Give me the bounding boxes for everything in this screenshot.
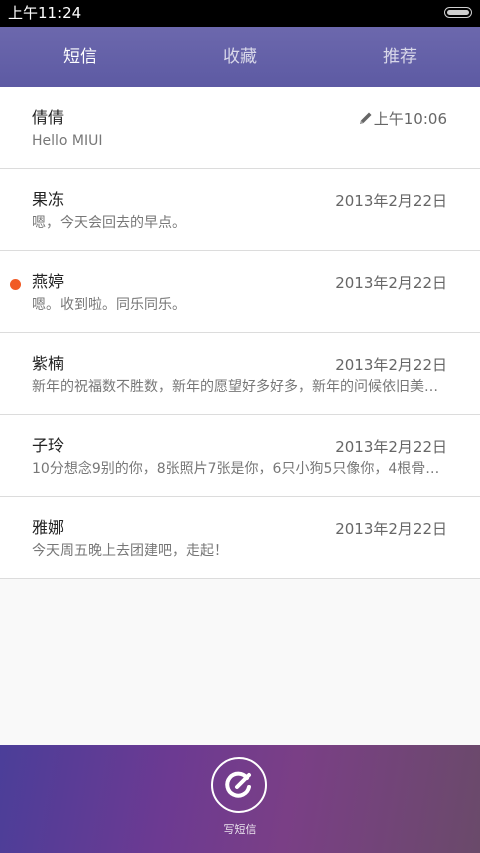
contact-name: 紫楠 (32, 354, 65, 373)
status-time: 上午11:24 (8, 4, 82, 22)
tab-recommended[interactable]: 推荐 (320, 27, 480, 87)
contact-name: 燕婷 (32, 272, 65, 291)
status-bar: 上午11:24 (0, 0, 480, 27)
compose-label: 写短信 (223, 823, 257, 836)
message-preview: 新年的祝福数不胜数，新年的愿望好多好多，新年的问候依旧美好… (32, 379, 446, 395)
tab-bar: 短信 收藏 推荐 (0, 27, 480, 87)
tab-messages[interactable]: 短信 (0, 27, 160, 87)
contact-name: 子玲 (32, 436, 65, 455)
message-date: 2013年2月22日 (335, 356, 447, 374)
contact-name: 雅娜 (32, 518, 65, 537)
message-preview: 10分想念9别的你，8张照片7张是你，6只小狗5只像你，4根骨头… (32, 461, 446, 477)
message-preview: Hello MIUI (32, 133, 103, 149)
bottom-bar: 写短信 (0, 745, 480, 853)
contact-name: 倩倩 (32, 108, 65, 127)
draft-pencil-icon (360, 112, 372, 124)
message-list: 倩倩 上午10:06 Hello MIUI 果冻 2013年2月22日 嗯，今天… (0, 87, 480, 579)
battery-icon (444, 7, 472, 18)
conversation-row[interactable]: 燕婷 2013年2月22日 嗯。收到啦。同乐同乐。 (0, 251, 480, 333)
message-preview: 今天周五晚上去团建吧，走起！ (32, 543, 228, 559)
tab-favorites[interactable]: 收藏 (160, 27, 320, 87)
message-date: 2013年2月22日 (335, 274, 447, 292)
message-date: 2013年2月22日 (335, 520, 447, 538)
message-date: 2013年2月22日 (335, 192, 447, 210)
conversation-row[interactable]: 紫楠 2013年2月22日 新年的祝福数不胜数，新年的愿望好多好多，新年的问候依… (0, 333, 480, 415)
conversation-row[interactable]: 果冻 2013年2月22日 嗯，今天会回去的早点。 (0, 169, 480, 251)
message-time: 上午10:06 (373, 110, 447, 128)
compose-button[interactable] (211, 757, 267, 813)
conversation-row[interactable]: 雅娜 2013年2月22日 今天周五晚上去团建吧，走起！ (0, 497, 480, 579)
contact-name: 果冻 (32, 190, 65, 209)
compose-icon (225, 771, 251, 798)
message-preview: 嗯。收到啦。同乐同乐。 (32, 297, 186, 313)
unread-dot-icon (10, 279, 21, 290)
conversation-row[interactable]: 倩倩 上午10:06 Hello MIUI (0, 87, 480, 169)
message-preview: 嗯，今天会回去的早点。 (32, 215, 186, 231)
conversation-row[interactable]: 子玲 2013年2月22日 10分想念9别的你，8张照片7张是你，6只小狗5只像… (0, 415, 480, 497)
message-date: 2013年2月22日 (335, 438, 447, 456)
